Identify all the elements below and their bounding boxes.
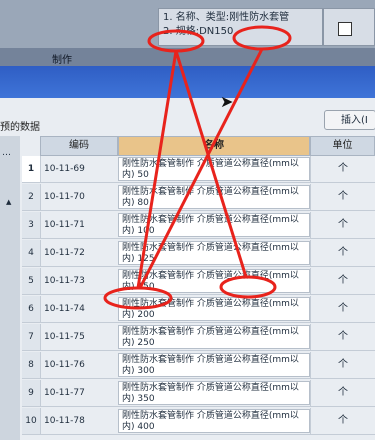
- description-line-1: 1. 名称、类型:刚性防水套管: [163, 12, 290, 23]
- row-number: 8: [22, 352, 40, 378]
- row-unit: 个: [310, 268, 375, 294]
- more-icon[interactable]: …: [2, 148, 11, 158]
- selection-bar: [0, 66, 375, 98]
- row-unit: 个: [310, 184, 375, 210]
- panel-title: 预的数据: [0, 122, 40, 133]
- make-label: 制作: [52, 55, 72, 66]
- table-row[interactable]: 2 10-11-70 刚性防水套管制作 介质管道公称直径(mm以内) 80 个: [22, 184, 375, 211]
- row-code: 10-11-70: [40, 184, 118, 210]
- row-name[interactable]: 刚性防水套管制作 介质管道公称直径(mm以内) 125: [118, 241, 310, 265]
- table-row[interactable]: 10 10-11-78 刚性防水套管制作 介质管道公称直径(mm以内) 400 个: [22, 408, 375, 435]
- row-number: 1: [22, 156, 40, 182]
- description-line-2: 2. 规格:DN150: [163, 26, 234, 37]
- row-code: 10-11-75: [40, 324, 118, 350]
- row-number: 7: [22, 324, 40, 350]
- row-number: 9: [22, 380, 40, 406]
- row-name[interactable]: 刚性防水套管制作 介质管道公称直径(mm以内) 200: [118, 297, 310, 321]
- row-number: 4: [22, 240, 40, 266]
- row-unit: 个: [310, 380, 375, 406]
- row-name[interactable]: 刚性防水套管制作 介质管道公称直径(mm以内) 80: [118, 185, 310, 209]
- table-row[interactable]: 3 10-11-71 刚性防水套管制作 介质管道公称直径(mm以内) 100 个: [22, 212, 375, 239]
- row-checkbox[interactable]: [338, 22, 352, 36]
- row-unit: 个: [310, 212, 375, 238]
- row-unit: 个: [310, 296, 375, 322]
- row-name[interactable]: 刚性防水套管制作 介质管道公称直径(mm以内) 250: [118, 325, 310, 349]
- header-name[interactable]: 名称: [118, 136, 310, 156]
- row-name[interactable]: 刚性防水套管制作 介质管道公称直径(mm以内) 300: [118, 353, 310, 377]
- row-code: 10-11-73: [40, 268, 118, 294]
- row-code: 10-11-76: [40, 352, 118, 378]
- row-name[interactable]: 刚性防水套管制作 介质管道公称直径(mm以内) 350: [118, 381, 310, 405]
- header-code[interactable]: 编码: [40, 136, 118, 156]
- row-code: 10-11-71: [40, 212, 118, 238]
- item-description-cell[interactable]: 1. 名称、类型:刚性防水套管 2. 规格:DN150: [158, 8, 323, 46]
- table-row[interactable]: 4 10-11-72 刚性防水套管制作 介质管道公称直径(mm以内) 125 个: [22, 240, 375, 267]
- row-number: 10: [22, 408, 40, 434]
- row-code: 10-11-74: [40, 296, 118, 322]
- table-row[interactable]: 1 10-11-69 刚性防水套管制作 介质管道公称直径(mm以内) 50 个: [22, 156, 375, 183]
- row-unit: 个: [310, 240, 375, 266]
- row-unit: 个: [310, 324, 375, 350]
- row-code: 10-11-77: [40, 380, 118, 406]
- row-number: 2: [22, 184, 40, 210]
- row-name[interactable]: 刚性防水套管制作 介质管道公称直径(mm以内) 150: [118, 269, 310, 293]
- row-name[interactable]: 刚性防水套管制作 介质管道公称直径(mm以内) 50: [118, 157, 310, 181]
- row-number: 6: [22, 296, 40, 322]
- table-row[interactable]: 5 10-11-73 刚性防水套管制作 介质管道公称直径(mm以内) 150 个: [22, 268, 375, 295]
- row-number: 5: [22, 268, 40, 294]
- row-code: 10-11-78: [40, 408, 118, 434]
- table-row[interactable]: 6 10-11-74 刚性防水套管制作 介质管道公称直径(mm以内) 200 个: [22, 296, 375, 323]
- collapse-arrow-icon[interactable]: ▲: [6, 198, 11, 206]
- row-code: 10-11-72: [40, 240, 118, 266]
- table-row[interactable]: 7 10-11-75 刚性防水套管制作 介质管道公称直径(mm以内) 250 个: [22, 324, 375, 351]
- row-number: 3: [22, 212, 40, 238]
- row-name[interactable]: 刚性防水套管制作 介质管道公称直径(mm以内) 100: [118, 213, 310, 237]
- mouse-cursor-icon: ➤: [220, 92, 234, 111]
- table-row[interactable]: 8 10-11-76 刚性防水套管制作 介质管道公称直径(mm以内) 300 个: [22, 352, 375, 379]
- table-row[interactable]: 9 10-11-77 刚性防水套管制作 介质管道公称直径(mm以内) 350 个: [22, 380, 375, 407]
- row-unit: 个: [310, 408, 375, 434]
- left-side-strip: … ▲: [0, 136, 20, 440]
- row-unit: 个: [310, 352, 375, 378]
- row-code: 10-11-69: [40, 156, 118, 182]
- row-unit: 个: [310, 156, 375, 182]
- insert-button[interactable]: 插入(I: [324, 110, 375, 130]
- header-unit[interactable]: 单位: [310, 136, 375, 156]
- row-name[interactable]: 刚性防水套管制作 介质管道公称直径(mm以内) 400: [118, 409, 310, 433]
